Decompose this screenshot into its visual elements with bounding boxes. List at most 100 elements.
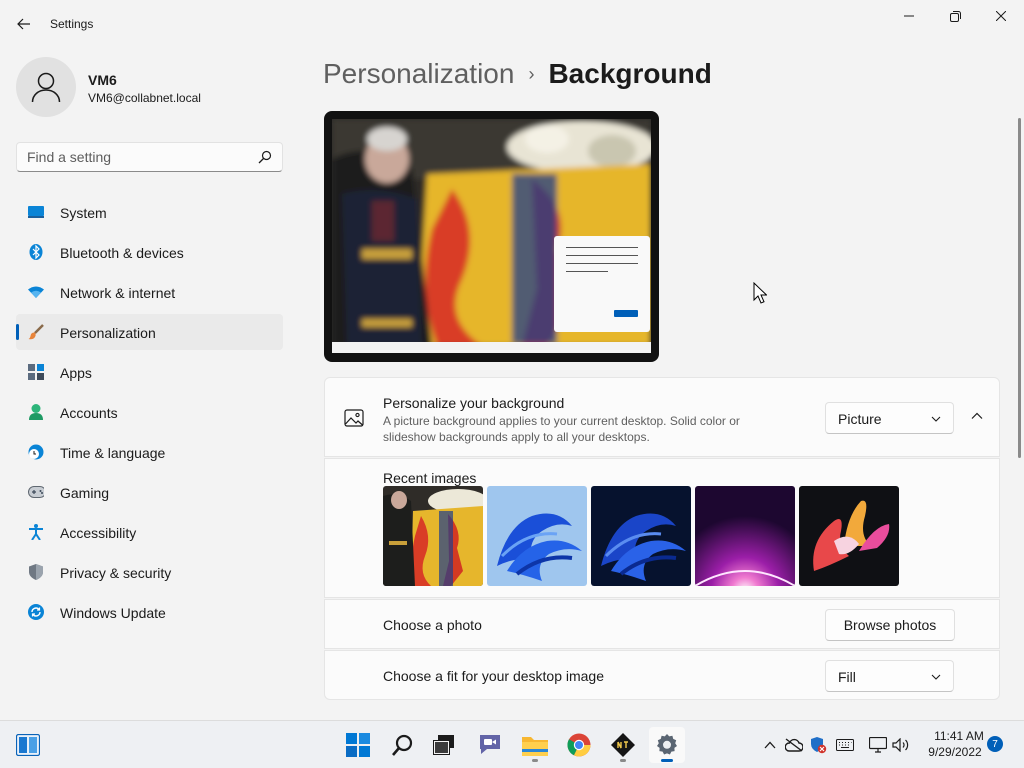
chevron-down-icon <box>931 416 941 422</box>
sidebar-item-apps[interactable]: Apps <box>16 354 283 390</box>
start-icon <box>346 733 370 757</box>
paintbrush-icon <box>28 324 44 340</box>
breadcrumb: Personalization › Background <box>323 58 712 90</box>
desktop-preview <box>324 111 659 362</box>
onedrive-tray[interactable] <box>785 736 803 754</box>
search-box[interactable] <box>16 142 283 172</box>
task-view-button[interactable] <box>426 727 462 763</box>
clock-time[interactable]: 11:41 AM <box>929 729 989 743</box>
defender-tray[interactable] <box>809 736 827 754</box>
sidebar-item-windows-update[interactable]: Windows Update <box>16 594 283 630</box>
minimize-button[interactable] <box>886 0 932 32</box>
volume-icon <box>892 738 909 752</box>
gamepad-icon <box>28 484 44 500</box>
chevron-up-icon <box>764 741 776 749</box>
personalize-background-card[interactable]: Personalize your background A picture ba… <box>324 377 1000 457</box>
recent-image-3[interactable] <box>591 486 691 586</box>
sidebar-item-time-language[interactable]: Time & language <box>16 434 283 470</box>
network-icon <box>869 737 887 753</box>
app-title: Settings <box>50 17 94 31</box>
collapse-button[interactable] <box>963 402 991 430</box>
keyboard-tray[interactable] <box>836 736 854 754</box>
user-icon <box>31 72 61 103</box>
chrome-button[interactable] <box>561 727 597 763</box>
bluetooth-icon <box>28 244 44 260</box>
sidebar-item-label: Network & internet <box>60 285 176 301</box>
task-view-icon <box>433 735 454 755</box>
chrome-icon <box>567 733 591 757</box>
preview-wallpaper <box>332 119 651 346</box>
choose-fit-label: Choose a fit for your desktop image <box>383 668 605 684</box>
recent-images-list <box>383 486 899 586</box>
file-explorer-icon <box>522 737 548 756</box>
sidebar-item-bluetooth[interactable]: Bluetooth & devices <box>16 234 283 270</box>
teams-chat-icon <box>480 735 500 754</box>
wifi-icon <box>28 284 44 300</box>
maximize-button[interactable] <box>932 0 978 32</box>
sidebar-item-label: Gaming <box>60 485 110 501</box>
user-email: VM6@collabnet.local <box>88 91 201 105</box>
sidebar-item-label: System <box>60 205 107 221</box>
recent-image-1[interactable] <box>383 486 483 586</box>
minimize-icon <box>904 15 914 17</box>
sidebar-item-label: Windows Update <box>60 605 166 621</box>
keyboard-icon <box>836 739 854 751</box>
preview-taskbar <box>332 342 651 353</box>
sidebar-item-label: Bluetooth & devices <box>60 245 184 261</box>
recent-image-5[interactable] <box>799 486 899 586</box>
title-bar: Settings <box>0 0 1024 48</box>
sidebar-item-gaming[interactable]: Gaming <box>16 474 283 510</box>
sidebar-item-label: Time & language <box>60 445 166 461</box>
show-hidden-icons-button[interactable] <box>761 736 779 754</box>
preview-window <box>554 236 650 332</box>
recent-image-4[interactable] <box>695 486 795 586</box>
search-icon[interactable] <box>258 150 272 164</box>
sidebar-nav: System Bluetooth & devices Network & int… <box>16 194 283 634</box>
scrollbar[interactable] <box>1018 118 1021 458</box>
sidebar-item-label: Accounts <box>60 405 118 421</box>
search-icon <box>392 734 413 756</box>
back-button[interactable] <box>8 8 40 40</box>
avatar[interactable] <box>16 57 76 117</box>
sidebar-item-personalization[interactable]: Personalization <box>16 314 283 350</box>
sidebar-item-accounts[interactable]: Accounts <box>16 394 283 430</box>
update-icon <box>28 604 44 620</box>
settings-button[interactable] <box>649 727 685 763</box>
recent-images-label: Recent images <box>383 470 477 486</box>
sidebar-item-system[interactable]: System <box>16 194 283 230</box>
start-button[interactable] <box>340 727 376 763</box>
running-indicator <box>532 759 538 762</box>
sidebar-item-network[interactable]: Network & internet <box>16 274 283 310</box>
maximize-icon <box>949 10 961 22</box>
sidebar-item-accessibility[interactable]: Accessibility <box>16 514 283 550</box>
fit-dropdown[interactable]: Fill <box>825 660 954 692</box>
chat-button[interactable] <box>472 727 508 763</box>
recent-images-section: Recent images <box>324 458 1000 598</box>
browse-photos-button[interactable]: Browse photos <box>825 609 955 641</box>
system-icon <box>28 204 44 220</box>
settings-icon <box>657 734 677 755</box>
recent-image-2[interactable] <box>487 486 587 586</box>
accessibility-icon <box>28 524 44 540</box>
background-title: Personalize your background <box>383 395 565 411</box>
terminal-app-button[interactable] <box>605 727 641 763</box>
notification-badge[interactable]: 7 <box>987 736 1003 752</box>
volume-tray[interactable] <box>892 736 910 754</box>
chevron-up-icon <box>971 412 983 419</box>
running-indicator <box>661 759 673 762</box>
running-indicator <box>620 759 626 762</box>
sidebar-item-label: Personalization <box>60 325 156 341</box>
breadcrumb-parent[interactable]: Personalization <box>323 58 514 90</box>
file-explorer-button[interactable] <box>517 727 553 763</box>
widgets-button[interactable] <box>10 727 46 763</box>
search-input[interactable] <box>17 143 252 171</box>
sidebar-item-privacy[interactable]: Privacy & security <box>16 554 283 590</box>
background-type-dropdown[interactable]: Picture <box>825 402 954 434</box>
search-button[interactable] <box>385 727 421 763</box>
close-button[interactable] <box>978 0 1024 32</box>
back-arrow-icon <box>17 18 30 30</box>
network-tray[interactable] <box>869 736 887 754</box>
clock-date[interactable]: 9/29/2022 <box>922 745 988 759</box>
defender-icon <box>811 737 827 754</box>
terminal-app-icon <box>611 733 635 757</box>
